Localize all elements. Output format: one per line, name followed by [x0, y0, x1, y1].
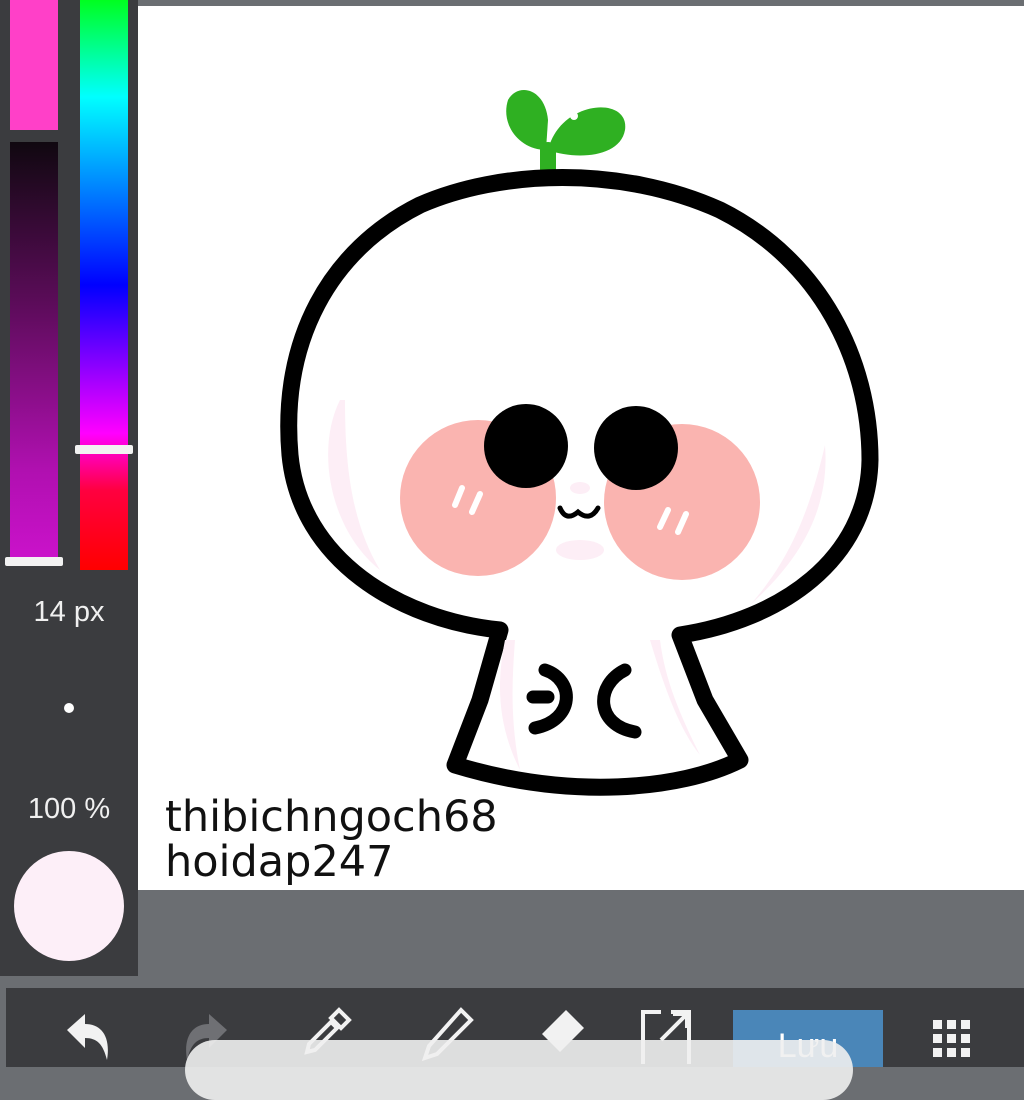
undo-icon[interactable] [58, 1004, 116, 1067]
watermark-username: thibichngoch68 [165, 792, 498, 842]
brush-opacity-label[interactable]: 100 % [0, 793, 138, 826]
shade-slider[interactable] [10, 0, 58, 565]
drawing-canvas[interactable]: thibichngoch68 hoidap247 [138, 6, 1024, 890]
hue-slider[interactable] [80, 0, 128, 570]
brush-size-label[interactable]: 14 px [0, 596, 138, 629]
grid-menu-icon[interactable] [924, 1004, 982, 1067]
shade-slider-handle[interactable] [5, 557, 63, 566]
current-color-swatch[interactable] [14, 851, 124, 961]
brush-preview-dot [64, 703, 74, 713]
watermark-site: hoidap247 [165, 837, 394, 887]
hue-slider-handle[interactable] [75, 445, 133, 454]
mascot-drawing [280, 89, 879, 796]
brush-side-panel: 14 px 100 % [0, 0, 138, 976]
gesture-navigation-bar[interactable] [185, 1040, 853, 1100]
